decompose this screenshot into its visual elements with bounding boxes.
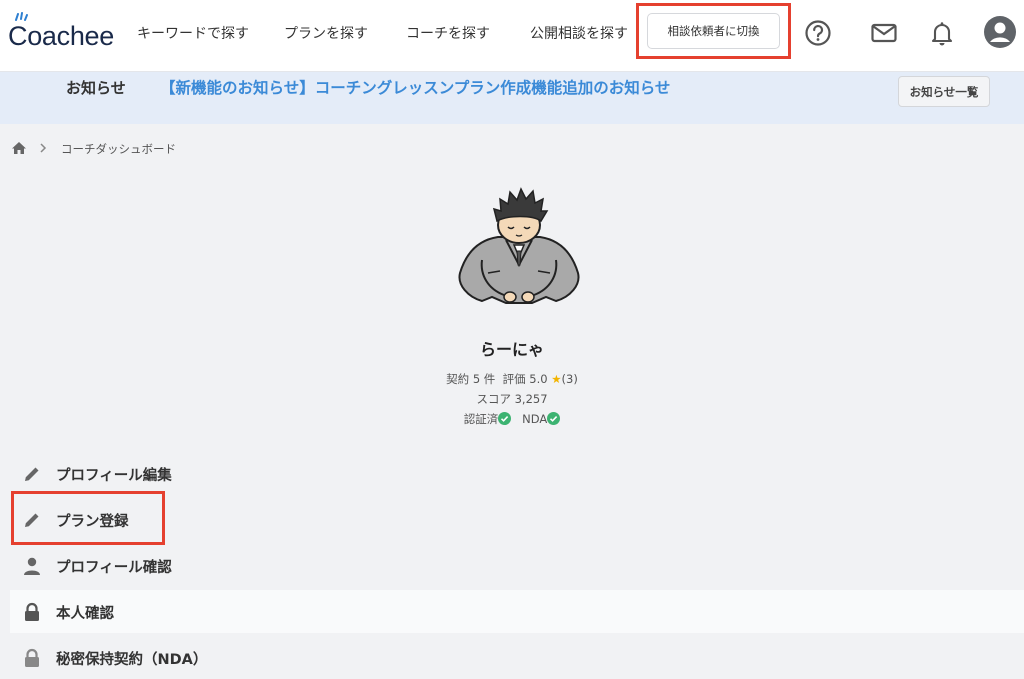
profile-name: らーにゃ xyxy=(479,340,544,359)
profile-verification: 認証済 NDA xyxy=(0,411,1024,427)
menu-label: 秘密保持契約（NDA） xyxy=(56,652,208,668)
plan-register-highlight-box xyxy=(11,491,165,545)
menu-item-profile-edit[interactable]: プロフィール編集 xyxy=(10,452,1024,495)
score-value: 3,257 xyxy=(514,392,548,406)
bell-icon[interactable] xyxy=(927,18,957,48)
check-circle-icon xyxy=(547,412,561,425)
nav-coach-search[interactable]: コーチを探す xyxy=(406,22,490,46)
contracts-value: 5 xyxy=(472,372,481,386)
logo-spark-icon xyxy=(15,12,28,21)
nav-plan-search[interactable]: プランを探す xyxy=(284,22,368,46)
switch-highlight-box: 相談依頼者に切換 xyxy=(636,3,791,59)
nda-label: NDA xyxy=(522,412,548,426)
menu-item-identity-verification[interactable]: 本人確認 xyxy=(10,590,1024,633)
rating-value: 5.0 xyxy=(529,372,548,386)
user-account-icon[interactable] xyxy=(983,15,1017,49)
notice-headline-link[interactable]: 【新機能のお知らせ】コーチングレッスンプラン作成機能追加のお知らせ xyxy=(160,77,670,99)
menu-label: 本人確認 xyxy=(56,606,114,622)
score-label: スコア xyxy=(476,392,511,406)
profile-avatar[interactable] xyxy=(448,185,590,315)
nav-keyword-search[interactable]: キーワードで探す xyxy=(137,22,249,46)
notice-list-button[interactable]: お知らせ一覧 xyxy=(898,76,990,107)
contracts-unit: 件 xyxy=(483,372,496,386)
person-icon xyxy=(24,557,40,575)
mail-icon[interactable] xyxy=(869,18,899,48)
menu-item-profile-view[interactable]: プロフィール確認 xyxy=(10,544,1024,587)
check-circle-icon xyxy=(498,412,512,425)
coachee-logo[interactable]: Coachee xyxy=(8,12,114,56)
notice-bar: お知らせ 【新機能のお知らせ】コーチングレッスンプラン作成機能追加のお知らせ お… xyxy=(0,72,1024,124)
notice-label: お知らせ xyxy=(66,79,126,97)
switch-to-client-button[interactable]: 相談依頼者に切換 xyxy=(647,13,780,49)
home-icon[interactable] xyxy=(11,141,27,155)
rating-count: (3) xyxy=(561,372,578,386)
profile-score: スコア 3,257 xyxy=(0,391,1024,407)
top-header: Coachee キーワードで探す プランを探す コーチを探す 公開相談を探す 相… xyxy=(0,0,1024,72)
star-icon: ★ xyxy=(551,372,562,386)
lock-icon xyxy=(25,602,39,621)
lock-icon xyxy=(25,648,39,667)
chevron-right-icon xyxy=(40,143,47,153)
pencil-icon xyxy=(25,467,39,481)
menu-item-nda[interactable]: 秘密保持契約（NDA） xyxy=(10,636,1024,679)
contracts-label: 契約 xyxy=(446,372,470,386)
rating-label: 評価 xyxy=(502,372,526,386)
menu-label: プロフィール編集 xyxy=(56,468,172,484)
help-icon[interactable] xyxy=(803,18,833,48)
nav-public-consult-search[interactable]: 公開相談を探す xyxy=(530,22,628,46)
logo-text: Coachee xyxy=(8,21,114,51)
breadcrumb-current: コーチダッシュボード xyxy=(61,142,176,156)
menu-label: プロフィール確認 xyxy=(56,560,172,576)
profile-stats-contracts-rating: 契約 5 件 評価 5.0 ★(3) xyxy=(0,371,1024,387)
verified-label: 認証済 xyxy=(463,412,499,426)
